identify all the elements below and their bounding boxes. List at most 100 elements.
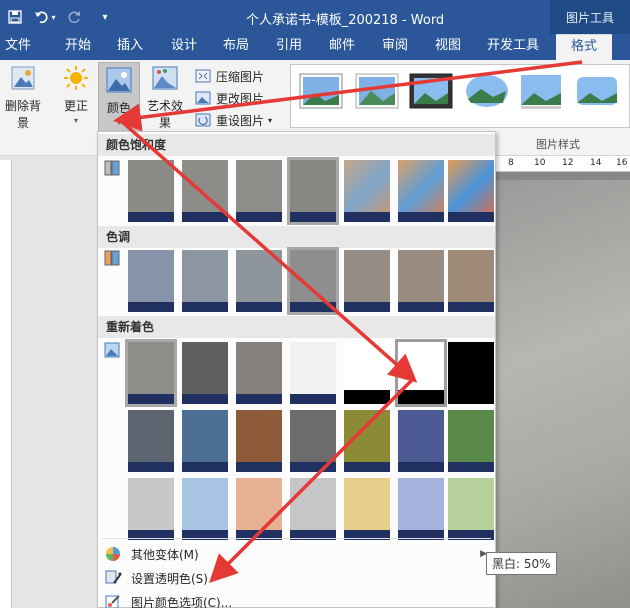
thumbnail-footer-bar <box>290 394 336 404</box>
recolor3-variation-thumbnail[interactable] <box>290 478 336 540</box>
tone-variation-thumbnail[interactable] <box>287 247 339 315</box>
recolor2-variation-thumbnail[interactable] <box>344 410 390 472</box>
document-canvas <box>492 172 630 608</box>
recolor1-variation-thumbnail[interactable] <box>125 339 177 407</box>
thumbnail-footer-bar <box>236 302 282 312</box>
sun-icon <box>64 66 88 90</box>
chevron-down-icon: ▾ <box>73 116 78 125</box>
ruler-tick: 16 <box>616 158 628 168</box>
tone-variation-thumbnail[interactable] <box>448 250 494 312</box>
change-picture-label: 更改图片 <box>216 91 265 106</box>
ruler-tick: 14 <box>590 158 602 168</box>
undo-icon[interactable]: ▾ <box>30 0 60 34</box>
tab-format[interactable]: 格式 <box>556 34 612 60</box>
recolor3-variation-thumbnail[interactable] <box>182 478 228 540</box>
saturation-variation-thumbnail[interactable] <box>398 160 444 222</box>
recolor2-variation-thumbnail[interactable] <box>236 410 282 472</box>
selected-picture[interactable] <box>492 180 630 608</box>
compress-label: 压缩图片 <box>216 69 265 84</box>
picture-style-thumb[interactable] <box>465 73 509 109</box>
corrections-button[interactable]: 更正 ▾ <box>54 64 98 125</box>
tone-variation-thumbnail[interactable] <box>344 250 390 312</box>
tone-variation-thumbnail[interactable] <box>128 250 174 312</box>
redo-icon[interactable] <box>60 0 90 34</box>
thumbnail-footer-bar <box>290 462 336 472</box>
save-icon[interactable] <box>0 0 30 34</box>
saturation-variation-thumbnail[interactable] <box>287 157 339 225</box>
tab-review[interactable]: 审阅 <box>375 34 415 60</box>
saturation-variation-thumbnail[interactable] <box>128 160 174 222</box>
thumbnail-footer-bar <box>448 212 494 222</box>
customize-qat-icon[interactable]: ▾ <box>90 0 120 34</box>
tab-insert[interactable]: 插入 <box>110 34 150 60</box>
tab-mailings[interactable]: 邮件 <box>322 34 362 60</box>
recolor3-variation-thumbnail[interactable] <box>448 478 494 540</box>
more-variations-label: 其他变体(M) <box>131 547 199 562</box>
thumbnail-footer-bar <box>344 212 390 222</box>
thumbnail-footer-bar <box>182 394 228 404</box>
tab-references[interactable]: 引用 <box>269 34 309 60</box>
saturation-variation-thumbnail[interactable] <box>448 160 494 222</box>
tooltip: 黑白: 50% <box>486 552 557 575</box>
thumbnail-footer-bar <box>182 212 228 222</box>
tone-section-header: 色调 <box>98 226 495 248</box>
picture-color-icon <box>106 67 132 93</box>
picture-style-thumb[interactable] <box>299 73 343 109</box>
thumbnail-shadow <box>344 390 390 404</box>
tab-developer[interactable]: 开发工具 <box>480 34 546 60</box>
picture-color-options-item[interactable]: 图片颜色选项(C)... <box>98 590 495 608</box>
color-options-icon <box>105 595 120 608</box>
set-transparent-color-label: 设置透明色(S) <box>131 571 208 586</box>
saturation-icon <box>104 160 120 176</box>
recolor2-variation-thumbnail[interactable] <box>398 410 444 472</box>
tab-view[interactable]: 视图 <box>428 34 468 60</box>
recolor1-variation-thumbnail[interactable] <box>448 342 494 404</box>
recolor2-variation-thumbnail[interactable] <box>448 410 494 472</box>
color-button[interactable]: 颜色 ▾ <box>98 62 140 132</box>
tone-variation-thumbnail[interactable] <box>236 250 282 312</box>
tone-variation-thumbnail[interactable] <box>398 250 444 312</box>
remove-background-button[interactable]: 删除背景 <box>0 64 46 131</box>
more-variations-item[interactable]: 其他变体(M) ▶ <box>98 542 495 566</box>
recolor1-variation-thumbnail[interactable] <box>395 339 447 407</box>
thumbnail-footer-bar <box>128 462 174 472</box>
recolor2-variation-thumbnail[interactable] <box>182 410 228 472</box>
picture-style-thumb[interactable] <box>575 73 619 109</box>
change-picture-button[interactable]: 更改图片 <box>194 88 264 108</box>
saturation-variation-thumbnail[interactable] <box>344 160 390 222</box>
recolor2-variation-thumbnail[interactable] <box>290 410 336 472</box>
picture-color-options-label: 图片颜色选项(C)... <box>131 595 233 608</box>
recolor3-variation-thumbnail[interactable] <box>128 478 174 540</box>
recolor3-variation-thumbnail[interactable] <box>398 478 444 540</box>
title-bar: ▾ ▾ 个人承诺书-模板_200218 - Word 图片工具 <box>0 0 630 34</box>
picture-style-thumb[interactable] <box>355 73 399 109</box>
compress-pictures-button[interactable]: 压缩图片 <box>194 66 264 86</box>
thumbnail-footer-bar <box>182 462 228 472</box>
tone-variation-thumbnail[interactable] <box>182 250 228 312</box>
recolor1-variation-thumbnail[interactable] <box>182 342 228 404</box>
palette-icon <box>106 547 120 561</box>
tab-layout[interactable]: 布局 <box>216 34 256 60</box>
color-dropdown-menu: 颜色饱和度 色调 重新着色 黑白: 50% 其他变体(M) ▶ 设置透明色(S)… <box>97 131 557 608</box>
tab-file[interactable]: 文件 <box>0 34 36 60</box>
recolor3-variation-thumbnail[interactable] <box>236 478 282 540</box>
picture-style-thumb[interactable] <box>409 73 453 109</box>
saturation-variation-thumbnail[interactable] <box>236 160 282 222</box>
recolor1-variation-thumbnail[interactable] <box>290 342 336 404</box>
chevron-down-icon: ▾ <box>116 118 121 127</box>
saturation-variation-thumbnail[interactable] <box>182 160 228 222</box>
recolor3-variation-thumbnail[interactable] <box>344 478 390 540</box>
reset-picture-button[interactable]: 重设图片 ▾ <box>194 110 272 130</box>
set-transparent-color-item[interactable]: 设置透明色(S) <box>98 566 495 590</box>
recolor1-variation-thumbnail[interactable] <box>236 342 282 404</box>
artistic-effects-label: 艺术效果 <box>146 99 183 130</box>
tab-home[interactable]: 开始 <box>58 34 98 60</box>
tab-design[interactable]: 设计 <box>164 34 204 60</box>
ruler-tick: 10 <box>534 158 546 168</box>
recolor1-variation-thumbnail[interactable] <box>344 342 390 404</box>
color-label: 颜色 <box>106 101 131 115</box>
picture-style-thumb[interactable] <box>519 73 563 109</box>
submenu-arrow-icon: ▶ <box>480 549 487 559</box>
recolor2-variation-thumbnail[interactable] <box>128 410 174 472</box>
reset-picture-icon <box>195 113 211 127</box>
